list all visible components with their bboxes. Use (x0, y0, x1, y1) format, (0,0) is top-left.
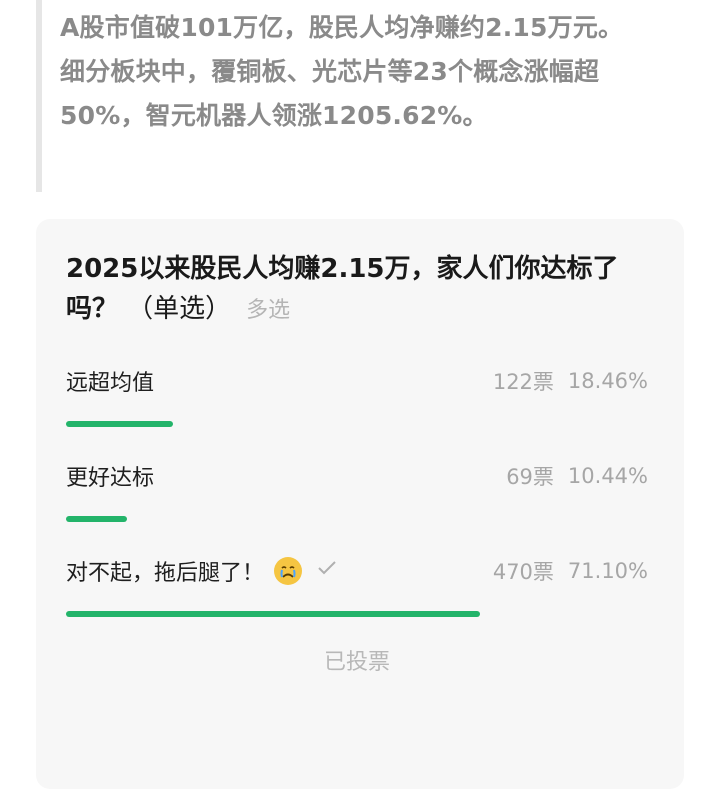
crying-face-icon (274, 557, 303, 585)
quote-block: A股市值破101万亿，股民人均净赚约2.15万元。 细分板块中，覆铜板、光芯片等… (36, 0, 686, 192)
poll-option-bar (66, 516, 127, 522)
poll-option-bar-track (66, 421, 648, 427)
voted-status: 已投票 (323, 650, 390, 675)
quote-line: 细分板块中，覆铜板、光芯片等23个概念涨幅超 (60, 57, 600, 86)
poll-option-bar-track (66, 516, 648, 522)
poll-option-bar (66, 421, 174, 427)
poll-option-votes: 69票 (506, 465, 554, 489)
poll-options: 远超均值 122票 18.46% 更好达标 69票 10.44% 对不起，拖后腿… (66, 357, 648, 642)
poll-card: 2025以来股民人均赚2.15万，家人们你达标了吗？ （单选） 多选 远超均值 … (36, 219, 684, 789)
poll-title: 2025以来股民人均赚2.15万，家人们你达标了吗？ （单选） 多选 (66, 249, 648, 331)
poll-option-votes: 470票 (492, 560, 554, 584)
poll-option-percent: 18.46% (567, 369, 648, 393)
poll-type-label: （单选） (127, 294, 232, 324)
poll-option-bar (66, 611, 480, 617)
poll-option-bar-track (66, 611, 648, 617)
poll-option-percent: 10.44% (567, 464, 648, 488)
poll-option-1[interactable]: 远超均值 122票 18.46% (66, 357, 648, 452)
quote-line: A股市值破101万亿，股民人均净赚约2.15万元。 (60, 13, 624, 42)
poll-option-3[interactable]: 对不起，拖后腿了！ 470票 71.10% (66, 547, 648, 642)
poll-option-votes: 122票 (492, 370, 554, 394)
poll-option-2[interactable]: 更好达标 69票 10.44% (66, 452, 648, 547)
check-icon (316, 557, 338, 585)
poll-option-label: 远超均值 (66, 371, 155, 396)
poll-option-percent: 71.10% (567, 559, 648, 583)
quote-line: 50%，智元机器人领涨1205.62%。 (60, 101, 488, 130)
poll-multi-select-toggle[interactable]: 多选 (246, 298, 290, 323)
poll-option-label: 对不起，拖后腿了！ (66, 561, 265, 586)
poll-option-label: 更好达标 (66, 466, 155, 491)
